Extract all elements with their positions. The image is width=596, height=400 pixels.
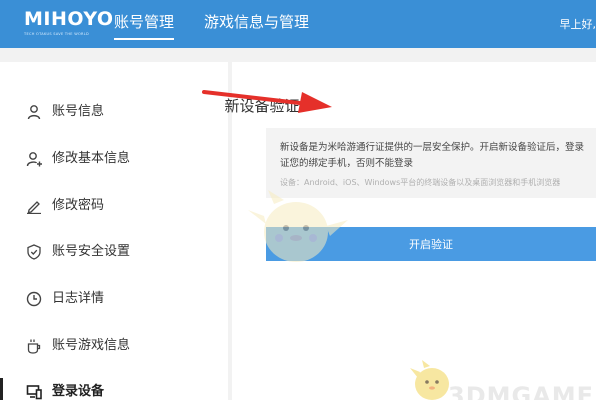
cup-icon [27, 339, 41, 354]
device-icon [26, 385, 42, 400]
tab-account-management[interactable]: 账号管理 [114, 12, 175, 40]
mascot-watermark-icon [248, 190, 348, 262]
sidebar-item-login-devices[interactable]: 登录设备 [0, 372, 228, 400]
sidebar-item-label: 登录设备 [52, 384, 105, 399]
sidebar-item-label: 账号游戏信息 [52, 338, 131, 353]
shield-icon [27, 244, 41, 260]
greeting-text: 早上好, [559, 18, 596, 31]
clock-icon [26, 291, 42, 307]
user-icon [27, 105, 41, 120]
sidebar-item-label: 账号信息 [52, 104, 105, 119]
pencil-icon [27, 201, 41, 214]
sidebar-item-edit-basic-info[interactable]: 修改基本信息 [0, 139, 228, 179]
sidebar-item-label: 修改基本信息 [52, 151, 131, 166]
sidebar-item-security-settings[interactable]: 账号安全设置 [0, 232, 228, 272]
tab-game-info[interactable]: 游戏信息与管理 [204, 12, 309, 32]
logo-text: MIHOYO [24, 8, 114, 30]
sidebar-item-label: 修改密码 [52, 198, 105, 213]
watermark-text: 3DMGAME [448, 382, 595, 400]
sidebar-item-log-details[interactable]: 日志详情 [0, 279, 228, 319]
red-arrow-icon [202, 90, 332, 113]
logo-slogan: TECH OTAKUS SAVE THE WORLD [24, 32, 90, 36]
user-edit-icon [26, 152, 42, 167]
sidebar-item-label: 账号安全设置 [52, 244, 131, 259]
sidebar-item-label: 日志详情 [52, 291, 105, 306]
top-nav-bar: MIHOYO TECH OTAKUS SAVE THE WORLD 账号管理 游… [0, 0, 596, 48]
sidebar-item-change-password[interactable]: 修改密码 [0, 186, 228, 226]
description-text: 新设备是为米哈游通行证提供的一层安全保护。开启新设备验证后，登录 证您的绑定手机… [280, 142, 585, 169]
mihoyo-logo[interactable]: MIHOYO TECH OTAKUS SAVE THE WORLD [24, 8, 113, 40]
sidebar-item-game-info[interactable]: 账号游戏信息 [0, 326, 228, 366]
